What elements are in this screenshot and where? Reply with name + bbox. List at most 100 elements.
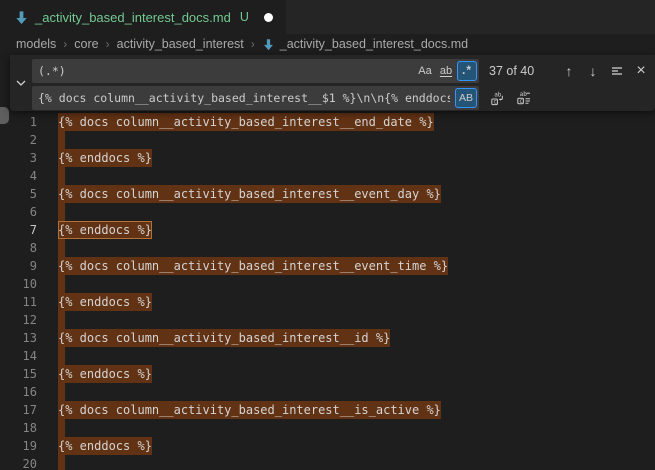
line-content[interactable] (58, 347, 65, 365)
code-line[interactable]: 4 (0, 167, 655, 185)
toggle-replace-button[interactable] (10, 55, 32, 111)
line-number: 11 (0, 293, 37, 311)
code-line[interactable]: 2 (0, 131, 655, 149)
code-line[interactable]: 10 (0, 275, 655, 293)
code-line[interactable]: 19 {% enddocs %} (0, 437, 655, 455)
replace-all-button[interactable]: ab c (514, 88, 534, 108)
empty-match-highlight (58, 239, 65, 257)
code-line[interactable]: 3{% enddocs %} (0, 149, 655, 167)
line-number: 16 (0, 383, 37, 401)
line-content[interactable] (58, 203, 65, 221)
preserve-case-toggle[interactable]: AB (455, 88, 477, 108)
line-content[interactable]: {% docs column__activity_based_interest_… (58, 329, 390, 347)
line-content[interactable] (58, 167, 65, 185)
line-number: 14 (0, 347, 37, 365)
code-area[interactable]: 1{% docs column__activity_based_interest… (0, 113, 655, 470)
whole-word-toggle[interactable]: ab (436, 61, 456, 81)
line-number: 18 (0, 419, 37, 437)
line-number: 5 (0, 185, 37, 203)
find-row: Aa ab .* 37 of 40 ↑ ↓ (32, 59, 655, 83)
line-content[interactable] (58, 419, 65, 437)
line-content[interactable] (58, 131, 65, 149)
empty-match-highlight (58, 131, 65, 149)
tab-activity-based-interest-docs[interactable]: _activity_based_interest_docs.md U (0, 0, 286, 34)
empty-match-highlight (58, 347, 65, 365)
breadcrumb-item-activity-based-interest[interactable]: activity_based_interest (117, 37, 244, 51)
line-content[interactable]: {% enddocs %} (58, 437, 152, 455)
svg-text:c: c (519, 98, 523, 105)
line-content[interactable] (58, 455, 65, 470)
find-widget: Aa ab .* 37 of 40 ↑ ↓ (10, 55, 655, 111)
line-content[interactable] (58, 239, 65, 257)
empty-match-highlight (58, 275, 65, 293)
replace-button[interactable]: ab c (488, 88, 508, 108)
line-content[interactable]: {% enddocs %} (58, 221, 152, 239)
tab-filename: _activity_based_interest_docs.md (35, 10, 231, 25)
line-number: 12 (0, 311, 37, 329)
line-content[interactable]: {% docs column__activity_based_interest_… (58, 401, 441, 419)
line-content[interactable] (58, 383, 65, 401)
match-highlight: {% enddocs %} (58, 149, 152, 167)
find-input[interactable] (32, 59, 414, 83)
svg-text:c: c (493, 99, 497, 106)
match-case-toggle[interactable]: Aa (415, 61, 435, 81)
line-content[interactable]: {% enddocs %} (58, 149, 152, 167)
code-line[interactable]: 15 {% enddocs %} (0, 365, 655, 383)
code-line[interactable]: 11 {% enddocs %} (0, 293, 655, 311)
code-line[interactable]: 14 (0, 347, 655, 365)
breadcrumb-item-models[interactable]: models (16, 37, 56, 51)
breadcrumb: models › core › activity_based_interest … (0, 34, 655, 54)
replace-all-icon: ab c (516, 90, 532, 106)
code-line[interactable]: 7{% enddocs %} (0, 221, 655, 239)
editor[interactable]: 1{% docs column__activity_based_interest… (0, 54, 655, 470)
breadcrumb-file-label: _activity_based_interest_docs.md (280, 37, 468, 51)
line-content[interactable] (58, 275, 65, 293)
find-in-selection-icon (609, 63, 625, 79)
code-line[interactable]: 13{% docs column__activity_based_interes… (0, 329, 655, 347)
code-line[interactable]: 17{% docs column__activity_based_interes… (0, 401, 655, 419)
line-content[interactable]: {% docs column__activity_based_interest_… (58, 113, 434, 131)
previous-match-button[interactable]: ↑ (559, 61, 579, 81)
find-in-selection-button[interactable] (607, 61, 627, 81)
code-line[interactable]: 12 (0, 311, 655, 329)
match-highlight: {% docs column__activity_based_interest_… (58, 185, 441, 203)
match-highlight: {% docs column__activity_based_interest_… (58, 257, 448, 275)
line-content[interactable]: {% docs column__activity_based_interest_… (58, 185, 441, 203)
arrow-down-icon: ↓ (590, 63, 597, 79)
match-highlight: {% docs column__activity_based_interest_… (58, 401, 441, 419)
breadcrumb-item-file[interactable]: _activity_based_interest_docs.md (262, 37, 468, 51)
breadcrumb-item-core[interactable]: core (74, 37, 98, 51)
code-line[interactable]: 5 {% docs column__activity_based_interest… (0, 185, 655, 203)
arrow-up-icon: ↑ (566, 63, 573, 79)
svg-text:ab: ab (494, 92, 502, 99)
line-content[interactable] (58, 311, 65, 329)
line-content[interactable]: {% enddocs %} (58, 293, 152, 311)
replace-input[interactable] (32, 86, 454, 110)
line-number: 15 (0, 365, 37, 383)
match-highlight: {% enddocs %} (58, 437, 152, 455)
line-number: 19 (0, 437, 37, 455)
code-line[interactable]: 16 (0, 383, 655, 401)
match-highlight: {% enddocs %} (58, 365, 152, 383)
code-line[interactable]: 18 (0, 419, 655, 437)
find-input-box: Aa ab .* (32, 59, 479, 83)
code-line[interactable]: 8 (0, 239, 655, 257)
code-line[interactable]: 20 (0, 455, 655, 470)
regex-toggle[interactable]: .* (457, 61, 477, 81)
modified-dot[interactable] (264, 13, 273, 22)
code-line[interactable]: 1{% docs column__activity_based_interest… (0, 113, 655, 131)
close-find-widget-button[interactable]: × (631, 61, 651, 81)
line-number: 20 (0, 455, 37, 470)
empty-match-highlight (58, 203, 65, 221)
code-line[interactable]: 6 (0, 203, 655, 221)
replace-input-box: AB (32, 86, 479, 110)
match-highlight: {% docs column__activity_based_interest_… (58, 113, 434, 131)
empty-match-highlight (58, 419, 65, 437)
git-status-badge: U (240, 10, 249, 24)
next-match-button[interactable]: ↓ (583, 61, 603, 81)
line-content[interactable]: {% docs column__activity_based_interest_… (58, 257, 448, 275)
breadcrumb-separator: › (106, 37, 110, 51)
line-content[interactable]: {% enddocs %} (58, 365, 152, 383)
code-line[interactable]: 9{% docs column__activity_based_interest… (0, 257, 655, 275)
vscode-window: _activity_based_interest_docs.md U model… (0, 0, 655, 470)
